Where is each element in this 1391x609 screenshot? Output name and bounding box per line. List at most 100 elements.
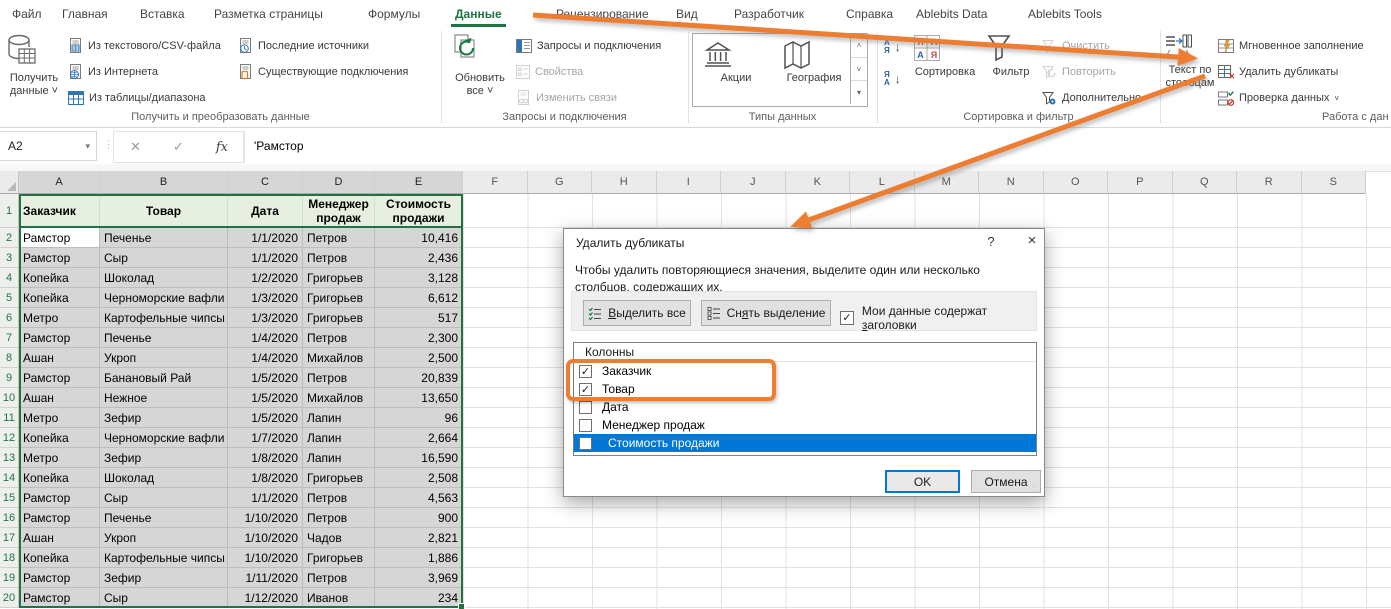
row-header-10[interactable]: 10 (0, 388, 19, 408)
table-cell[interactable]: 2,821 (375, 528, 463, 548)
dialog-column-item[interactable]: Менеджер продаж (574, 416, 1036, 434)
table-cell[interactable]: 1/10/2020 (228, 508, 303, 528)
select-all-button[interactable]: Выделить все (583, 300, 691, 326)
table-cell[interactable]: Петров (303, 568, 375, 588)
row-header-20[interactable]: 20 (0, 588, 19, 608)
table-cell[interactable]: Григорьев (303, 548, 375, 568)
filter-button[interactable]: Фильтр (985, 33, 1037, 79)
tab-view[interactable]: Вид (676, 0, 698, 27)
dialog-resize-grip[interactable]: ····· (1031, 484, 1041, 494)
table-cell[interactable]: 1/8/2020 (228, 468, 303, 488)
table-cell[interactable]: 1/4/2020 (228, 328, 303, 348)
table-cell[interactable]: Петров (303, 488, 375, 508)
tab-developer[interactable]: Разработчик (734, 0, 804, 27)
table-cell[interactable]: 234 (375, 588, 463, 608)
table-cell[interactable]: Нежное (100, 388, 228, 408)
table-cell[interactable]: 6,612 (375, 288, 463, 308)
dialog-help-button[interactable]: ? (982, 234, 1000, 252)
table-cell[interactable]: Копейка (19, 268, 100, 288)
row-header-13[interactable]: 13 (0, 448, 19, 468)
column-header-C[interactable]: C (228, 171, 303, 194)
column-header-H[interactable]: H (592, 171, 657, 194)
table-cell[interactable]: Картофельные чипсы (100, 308, 228, 328)
recent-sources-button[interactable]: Последние источники (238, 36, 369, 56)
from-csv-button[interactable]: Из текстового/CSV-файла (68, 36, 221, 56)
tab-ablebits-tools[interactable]: Ablebits Tools (1028, 0, 1102, 27)
column-header-Q[interactable]: Q (1173, 171, 1238, 194)
dialog-column-item[interactable]: Дата (574, 398, 1036, 416)
table-cell[interactable]: Григорьев (303, 468, 375, 488)
geography-button[interactable]: География (779, 38, 849, 84)
table-cell[interactable]: Петров (303, 248, 375, 268)
column-header-S[interactable]: S (1302, 171, 1367, 194)
table-cell[interactable]: 1/1/2020 (228, 488, 303, 508)
select-all-corner[interactable] (0, 171, 19, 194)
table-header-cell[interactable]: Заказчик (19, 194, 100, 228)
table-cell[interactable]: 1/12/2020 (228, 588, 303, 608)
table-cell[interactable]: 1/2/2020 (228, 268, 303, 288)
table-cell[interactable]: Метро (19, 308, 100, 328)
column-header-E[interactable]: E (375, 171, 463, 194)
table-cell[interactable]: 20,839 (375, 368, 463, 388)
table-cell[interactable]: Рамстор (19, 248, 100, 268)
row-header-4[interactable]: 4 (0, 268, 19, 288)
table-cell[interactable]: Сыр (100, 488, 228, 508)
table-cell[interactable]: 1/7/2020 (228, 428, 303, 448)
tab-pagelayout[interactable]: Разметка страницы (214, 0, 323, 27)
column-header-G[interactable]: G (528, 171, 593, 194)
table-cell[interactable]: Зефир (100, 568, 228, 588)
table-cell[interactable]: Петров (303, 368, 375, 388)
table-cell[interactable]: Черноморские вафли (100, 288, 228, 308)
table-cell[interactable]: Иванов (303, 588, 375, 608)
table-cell[interactable]: Ашан (19, 388, 100, 408)
row-header-8[interactable]: 8 (0, 348, 19, 368)
table-cell[interactable]: Рамстор (19, 568, 100, 588)
table-cell[interactable]: Копейка (19, 468, 100, 488)
table-cell[interactable]: Лапин (303, 408, 375, 428)
row-header-18[interactable]: 18 (0, 548, 19, 568)
tab-home[interactable]: Главная (62, 0, 108, 27)
tab-formulas[interactable]: Формулы (368, 0, 420, 27)
row-header-6[interactable]: 6 (0, 308, 19, 328)
row-header-14[interactable]: 14 (0, 468, 19, 488)
table-cell[interactable]: Метро (19, 408, 100, 428)
checkbox-unchecked-icon[interactable] (579, 437, 592, 450)
table-cell[interactable]: Сыр (100, 588, 228, 608)
row-header-3[interactable]: 3 (0, 248, 19, 268)
table-cell[interactable]: 2,300 (375, 328, 463, 348)
tab-help[interactable]: Справка (846, 0, 893, 27)
table-header-cell[interactable]: Дата (228, 194, 303, 228)
table-cell[interactable]: Петров (303, 508, 375, 528)
table-cell[interactable]: Копейка (19, 548, 100, 568)
fill-handle[interactable] (458, 603, 465, 609)
table-cell[interactable]: Печенье (100, 228, 228, 248)
row-header-11[interactable]: 11 (0, 408, 19, 428)
column-header-D[interactable]: D (303, 171, 375, 194)
table-header-cell[interactable]: Товар (100, 194, 228, 228)
tab-ablebits-data[interactable]: Ablebits Data (916, 0, 987, 27)
checkbox-checked-icon[interactable]: ✓ (579, 365, 592, 378)
table-cell[interactable]: 1/10/2020 (228, 548, 303, 568)
row-header-16[interactable]: 16 (0, 508, 19, 528)
table-cell[interactable]: 1/3/2020 (228, 288, 303, 308)
table-cell[interactable]: 1/5/2020 (228, 368, 303, 388)
table-cell[interactable]: 1/3/2020 (228, 308, 303, 328)
table-cell[interactable]: 1/10/2020 (228, 528, 303, 548)
row-header-1[interactable]: 1 (0, 194, 19, 228)
table-header-cell[interactable]: Менеджер продаж (303, 194, 375, 228)
checkbox-unchecked-icon[interactable] (579, 419, 592, 432)
table-cell[interactable]: 1/8/2020 (228, 448, 303, 468)
table-cell[interactable]: 2,436 (375, 248, 463, 268)
table-cell[interactable]: 1/11/2020 (228, 568, 303, 588)
table-cell[interactable]: 1/5/2020 (228, 388, 303, 408)
table-cell[interactable]: 900 (375, 508, 463, 528)
advanced-filter-button[interactable]: Дополнительно (1042, 88, 1141, 108)
cancel-entry-icon[interactable]: ✕ (130, 139, 141, 155)
remove-duplicates-button[interactable]: × Удалить дубликаты (1218, 62, 1338, 82)
sort-az-button[interactable]: АЯ↓ (884, 37, 901, 57)
column-header-F[interactable]: F (463, 171, 528, 194)
get-data-button[interactable]: Получить данные ˅ (4, 33, 64, 98)
table-cell[interactable]: Зефир (100, 408, 228, 428)
empty-grid-row1[interactable] (463, 194, 1391, 228)
table-cell[interactable]: Лапин (303, 428, 375, 448)
